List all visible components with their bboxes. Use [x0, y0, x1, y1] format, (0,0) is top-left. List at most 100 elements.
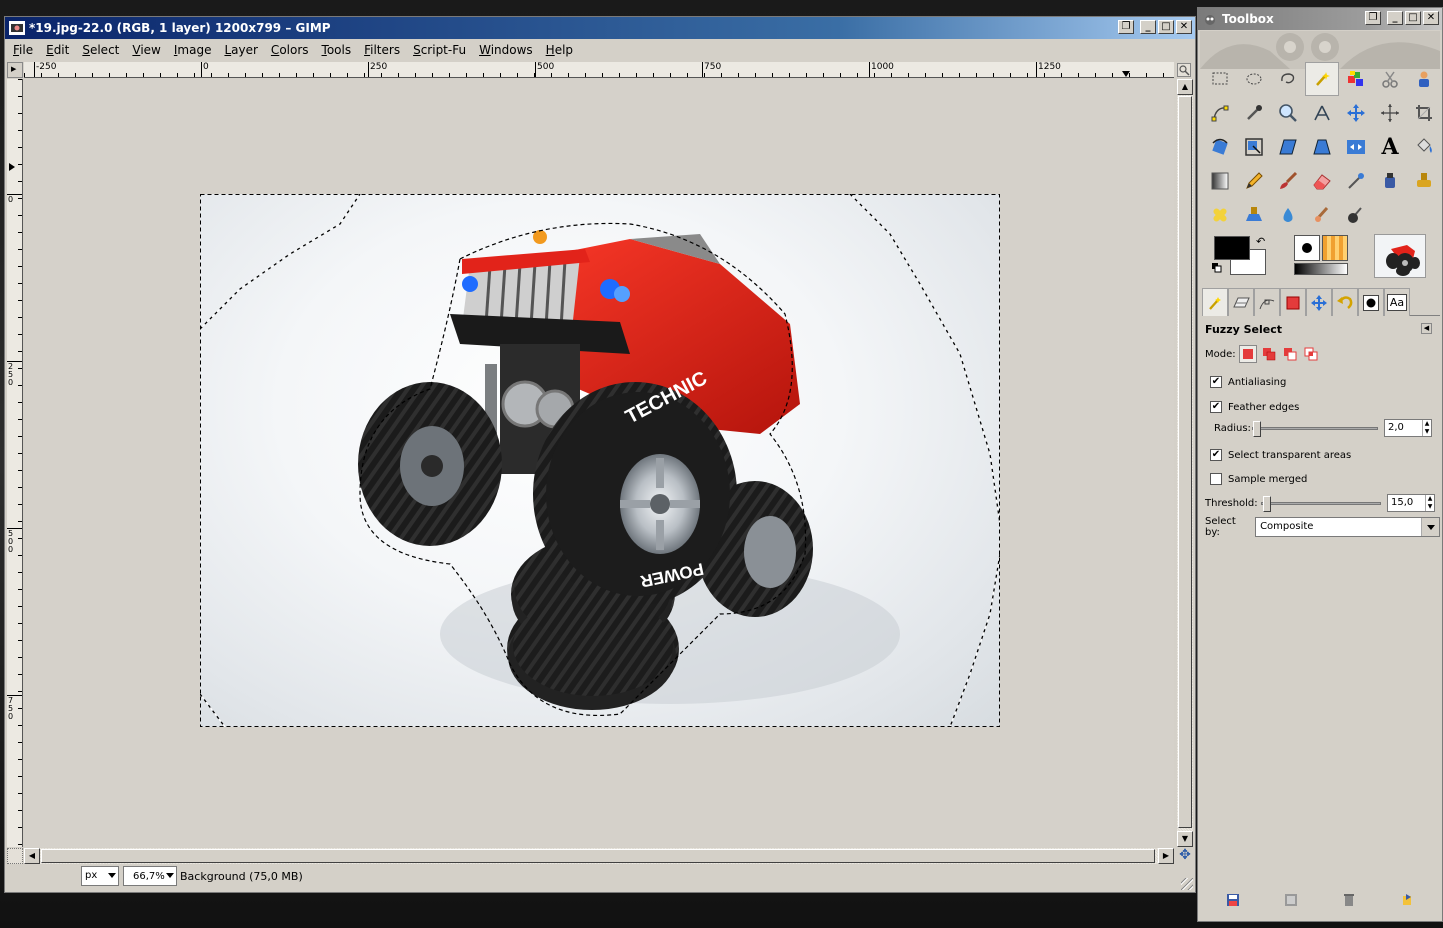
menu-file[interactable]: File: [13, 43, 33, 57]
panel-menu-icon[interactable]: ◀: [1421, 323, 1432, 334]
select-transparent-row[interactable]: ✔ Select transparent areas: [1210, 449, 1351, 461]
foreground-color-swatch[interactable]: [1214, 236, 1250, 260]
scroll-down-arrow-icon[interactable]: ▼: [1177, 831, 1193, 847]
antialiasing-checkbox[interactable]: ✔: [1210, 376, 1222, 388]
pattern-preview[interactable]: [1322, 235, 1348, 261]
tab-undo-history[interactable]: [1332, 288, 1358, 316]
delete-options-icon[interactable]: [1342, 893, 1356, 907]
menu-help[interactable]: Help: [546, 43, 573, 57]
eraser-icon[interactable]: [1305, 164, 1339, 198]
airbrush-icon[interactable]: [1339, 164, 1373, 198]
unit-selector[interactable]: px: [81, 866, 119, 886]
reset-options-icon[interactable]: [1400, 893, 1414, 907]
menu-edit[interactable]: Edit: [46, 43, 69, 57]
bucket-fill-icon[interactable]: [1407, 130, 1441, 164]
window-menu-icon[interactable]: ❐: [1118, 20, 1134, 34]
sample-merged-checkbox[interactable]: [1210, 473, 1222, 485]
select-transparent-checkbox[interactable]: ✔: [1210, 449, 1222, 461]
minimize-button[interactable]: _: [1140, 20, 1156, 34]
mode-add-button[interactable]: [1260, 345, 1278, 363]
perspective-icon[interactable]: [1305, 130, 1339, 164]
maximize-button[interactable]: □: [1405, 11, 1421, 25]
menu-colors[interactable]: Colors: [271, 43, 309, 57]
text-tool-icon[interactable]: A: [1373, 130, 1407, 164]
menu-script-fu[interactable]: Script-Fu: [413, 43, 466, 57]
vertical-ruler[interactable]: 0 250 500 750: [7, 79, 23, 847]
menu-windows[interactable]: Windows: [479, 43, 533, 57]
crop-icon[interactable]: [1407, 96, 1441, 130]
menu-select[interactable]: Select: [82, 43, 119, 57]
sample-merged-row[interactable]: Sample merged: [1210, 473, 1307, 485]
menu-filters[interactable]: Filters: [364, 43, 400, 57]
threshold-slider-handle[interactable]: [1263, 495, 1271, 512]
pencil-icon[interactable]: [1237, 164, 1271, 198]
clone-icon[interactable]: [1407, 164, 1441, 198]
spin-arrows-icon[interactable]: ▲ ▼: [1422, 420, 1431, 436]
maximize-button[interactable]: □: [1158, 20, 1174, 34]
active-image-thumbnail[interactable]: [1374, 234, 1426, 278]
tab-tool-options[interactable]: [1202, 288, 1228, 316]
horizontal-scrollbar[interactable]: ◀ ▶: [24, 848, 1174, 864]
image-menu-button[interactable]: ▶: [7, 62, 23, 78]
menu-view[interactable]: View: [132, 43, 160, 57]
gradient-preview[interactable]: [1294, 263, 1348, 275]
scissors-icon[interactable]: [1373, 62, 1407, 96]
ink-icon[interactable]: [1373, 164, 1407, 198]
zoom-selector[interactable]: 66,7%: [123, 866, 177, 886]
mode-subtract-button[interactable]: [1281, 345, 1299, 363]
foreground-select-icon[interactable]: [1407, 62, 1441, 96]
horizontal-ruler[interactable]: -250 0 250 500 750 1000 1250: [24, 62, 1174, 78]
paths-icon[interactable]: [1203, 96, 1237, 130]
zoom-icon[interactable]: [1271, 96, 1305, 130]
image-canvas[interactable]: TECHNIC POWER: [24, 79, 1174, 847]
blend-icon[interactable]: [1203, 164, 1237, 198]
select-by-color-icon[interactable]: [1339, 62, 1373, 96]
select-by-dropdown[interactable]: Composite: [1255, 517, 1440, 537]
navigate-icon[interactable]: ✥: [1177, 848, 1193, 864]
radius-slider-handle[interactable]: [1253, 420, 1261, 437]
paintbrush-icon[interactable]: [1271, 164, 1305, 198]
rect-select-icon[interactable]: [1203, 62, 1237, 96]
swap-colors-icon[interactable]: ↶: [1256, 235, 1265, 248]
scroll-right-arrow-icon[interactable]: ▶: [1158, 848, 1174, 864]
close-button[interactable]: ✕: [1423, 11, 1439, 25]
image-window-titlebar[interactable]: *19.jpg-22.0 (RGB, 1 layer) 1200x799 – G…: [5, 17, 1195, 39]
menu-layer[interactable]: Layer: [224, 43, 257, 57]
rotate-icon[interactable]: [1203, 130, 1237, 164]
ellipse-select-icon[interactable]: [1237, 62, 1271, 96]
quick-mask-toggle[interactable]: [7, 848, 23, 864]
horizontal-scroll-thumb[interactable]: [41, 849, 1155, 863]
color-picker-icon[interactable]: [1237, 96, 1271, 130]
smudge-icon[interactable]: [1305, 198, 1339, 232]
chevron-down-icon[interactable]: [1421, 518, 1439, 536]
blur-icon[interactable]: [1271, 198, 1305, 232]
feather-edges-row[interactable]: ✔ Feather edges: [1210, 401, 1299, 413]
mode-replace-button[interactable]: [1238, 345, 1257, 363]
align-icon[interactable]: [1373, 96, 1407, 130]
tab-channels[interactable]: [1280, 288, 1306, 316]
vertical-scroll-thumb[interactable]: [1178, 96, 1192, 828]
tab-fonts[interactable]: Aa: [1384, 288, 1410, 316]
window-menu-icon[interactable]: ❐: [1365, 11, 1381, 25]
tab-layers[interactable]: [1228, 288, 1254, 316]
resize-grip-icon[interactable]: [1181, 878, 1193, 890]
vertical-scrollbar[interactable]: ▲ ▼: [1177, 79, 1193, 847]
antialiasing-row[interactable]: ✔ Antialiasing: [1210, 376, 1286, 388]
menu-image[interactable]: Image: [174, 43, 212, 57]
default-colors-icon[interactable]: [1212, 263, 1222, 273]
feather-edges-checkbox[interactable]: ✔: [1210, 401, 1222, 413]
flip-icon[interactable]: [1339, 130, 1373, 164]
brush-preview[interactable]: [1294, 235, 1320, 261]
tab-paths[interactable]: [1254, 288, 1280, 316]
threshold-slider[interactable]: [1261, 495, 1381, 512]
scroll-up-arrow-icon[interactable]: ▲: [1177, 79, 1193, 95]
radius-slider[interactable]: [1252, 420, 1378, 437]
spin-arrows-icon[interactable]: ▲ ▼: [1425, 495, 1434, 511]
tab-brushes[interactable]: [1358, 288, 1384, 316]
threshold-spinbox[interactable]: 15,0 ▲ ▼: [1387, 494, 1435, 512]
restore-options-icon[interactable]: [1284, 893, 1298, 907]
save-options-icon[interactable]: [1226, 893, 1240, 907]
perspective-clone-icon[interactable]: [1237, 198, 1271, 232]
mode-intersect-button[interactable]: [1302, 345, 1320, 363]
shear-icon[interactable]: [1271, 130, 1305, 164]
